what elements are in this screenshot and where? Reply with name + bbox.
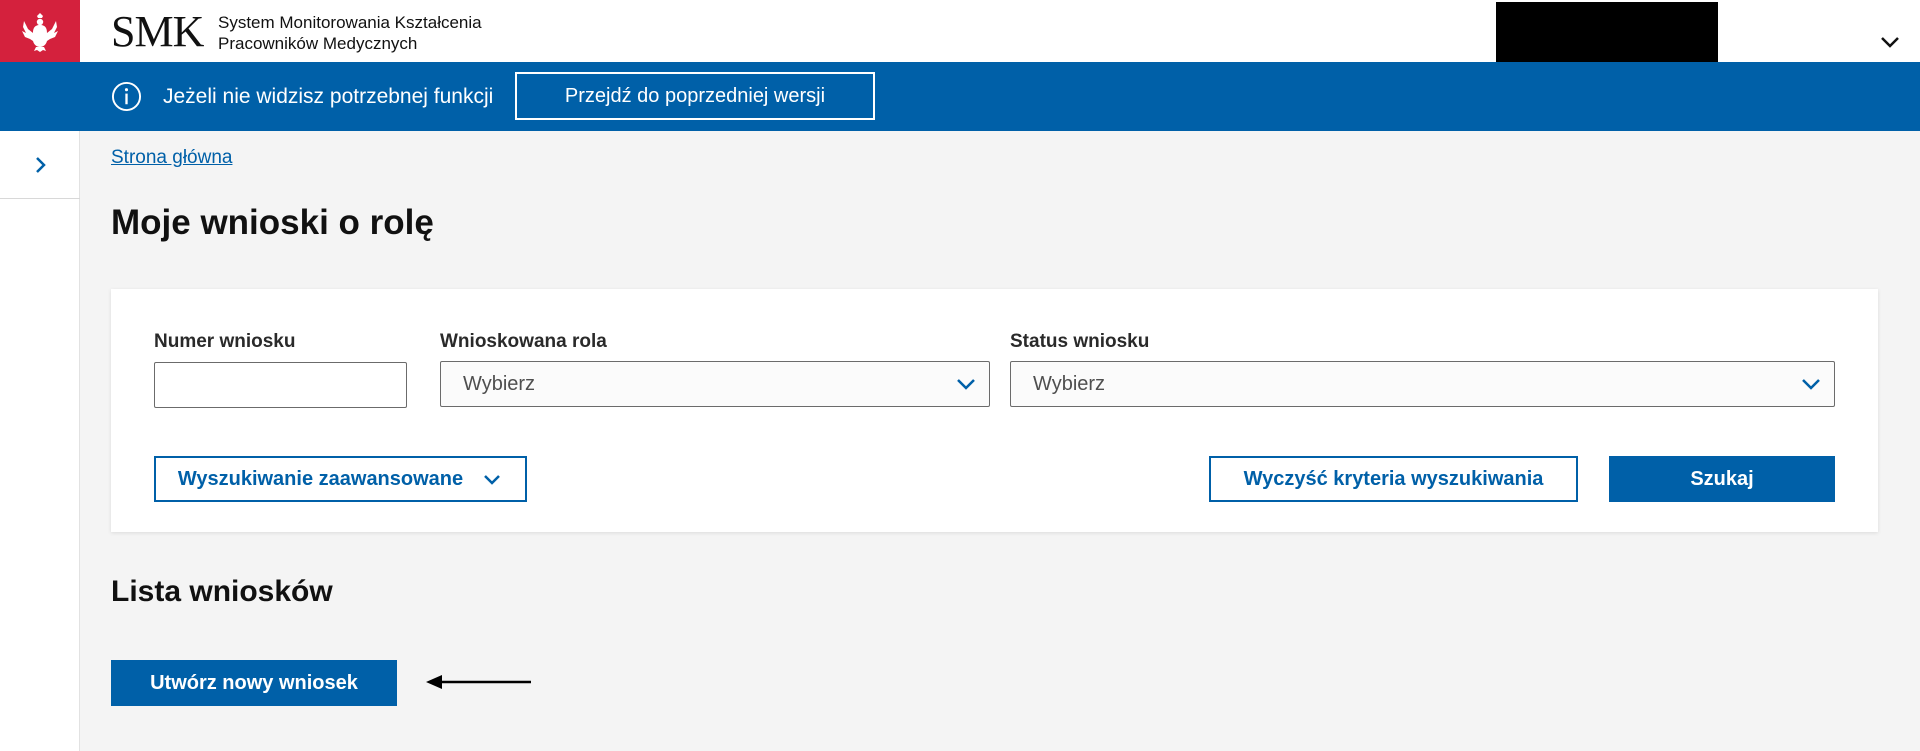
arrow-left-icon [426,675,531,689]
page-title: Moje wnioski o rolę [111,203,434,242]
polish-eagle-icon [0,0,80,62]
user-name-block[interactable] [1496,2,1718,62]
list-section-title: Lista wniosków [111,575,333,608]
info-banner: Jeżeli nie widzisz potrzebnej funkcji Pr… [0,62,1920,131]
status-select[interactable]: Wybierz [1010,361,1835,407]
search-form-card: Numer wniosku Wnioskowana rola Wybierz S… [111,289,1878,532]
app-title-line2: Pracowników Medycznych [218,34,418,53]
sidebar-toggle-button[interactable] [0,131,80,199]
number-field-label: Numer wniosku [154,331,296,352]
app-header: SMK System Monitorowania Kształcenia Pra… [0,0,1920,62]
previous-version-button[interactable]: Przejdź do poprzedniej wersji [515,72,875,120]
advanced-search-button[interactable]: Wyszukiwanie zaawansowane [154,456,527,502]
create-new-request-button[interactable]: Utwórz nowy wniosek [111,660,397,706]
app-title: System Monitorowania Kształcenia Pracown… [218,12,482,54]
role-field-label: Wnioskowana rola [440,331,607,352]
chevron-down-icon [1802,379,1820,390]
chevron-down-icon [957,379,975,390]
chevron-down-icon [484,475,501,485]
search-button[interactable]: Szukaj [1609,456,1835,502]
chevron-down-icon[interactable] [1878,30,1902,54]
role-select-value: Wybierz [463,372,536,395]
status-select-value: Wybierz [1033,372,1106,395]
role-select[interactable]: Wybierz [440,361,990,407]
clear-criteria-button[interactable]: Wyczyść kryteria wyszukiwania [1209,456,1578,502]
app-title-line1: System Monitorowania Kształcenia [218,13,482,32]
sidebar [0,131,80,751]
brand-logo[interactable]: SMK [111,8,204,56]
advanced-search-label: Wyszukiwanie zaawansowane [177,467,464,490]
info-banner-text: Jeżeli nie widzisz potrzebnej funkcji [163,85,494,108]
breadcrumb-home-link[interactable]: Strona główna [111,147,232,169]
status-field-label: Status wniosku [1010,331,1150,352]
chevron-right-icon [36,156,46,173]
request-number-input[interactable] [154,362,407,408]
info-icon [111,81,142,112]
